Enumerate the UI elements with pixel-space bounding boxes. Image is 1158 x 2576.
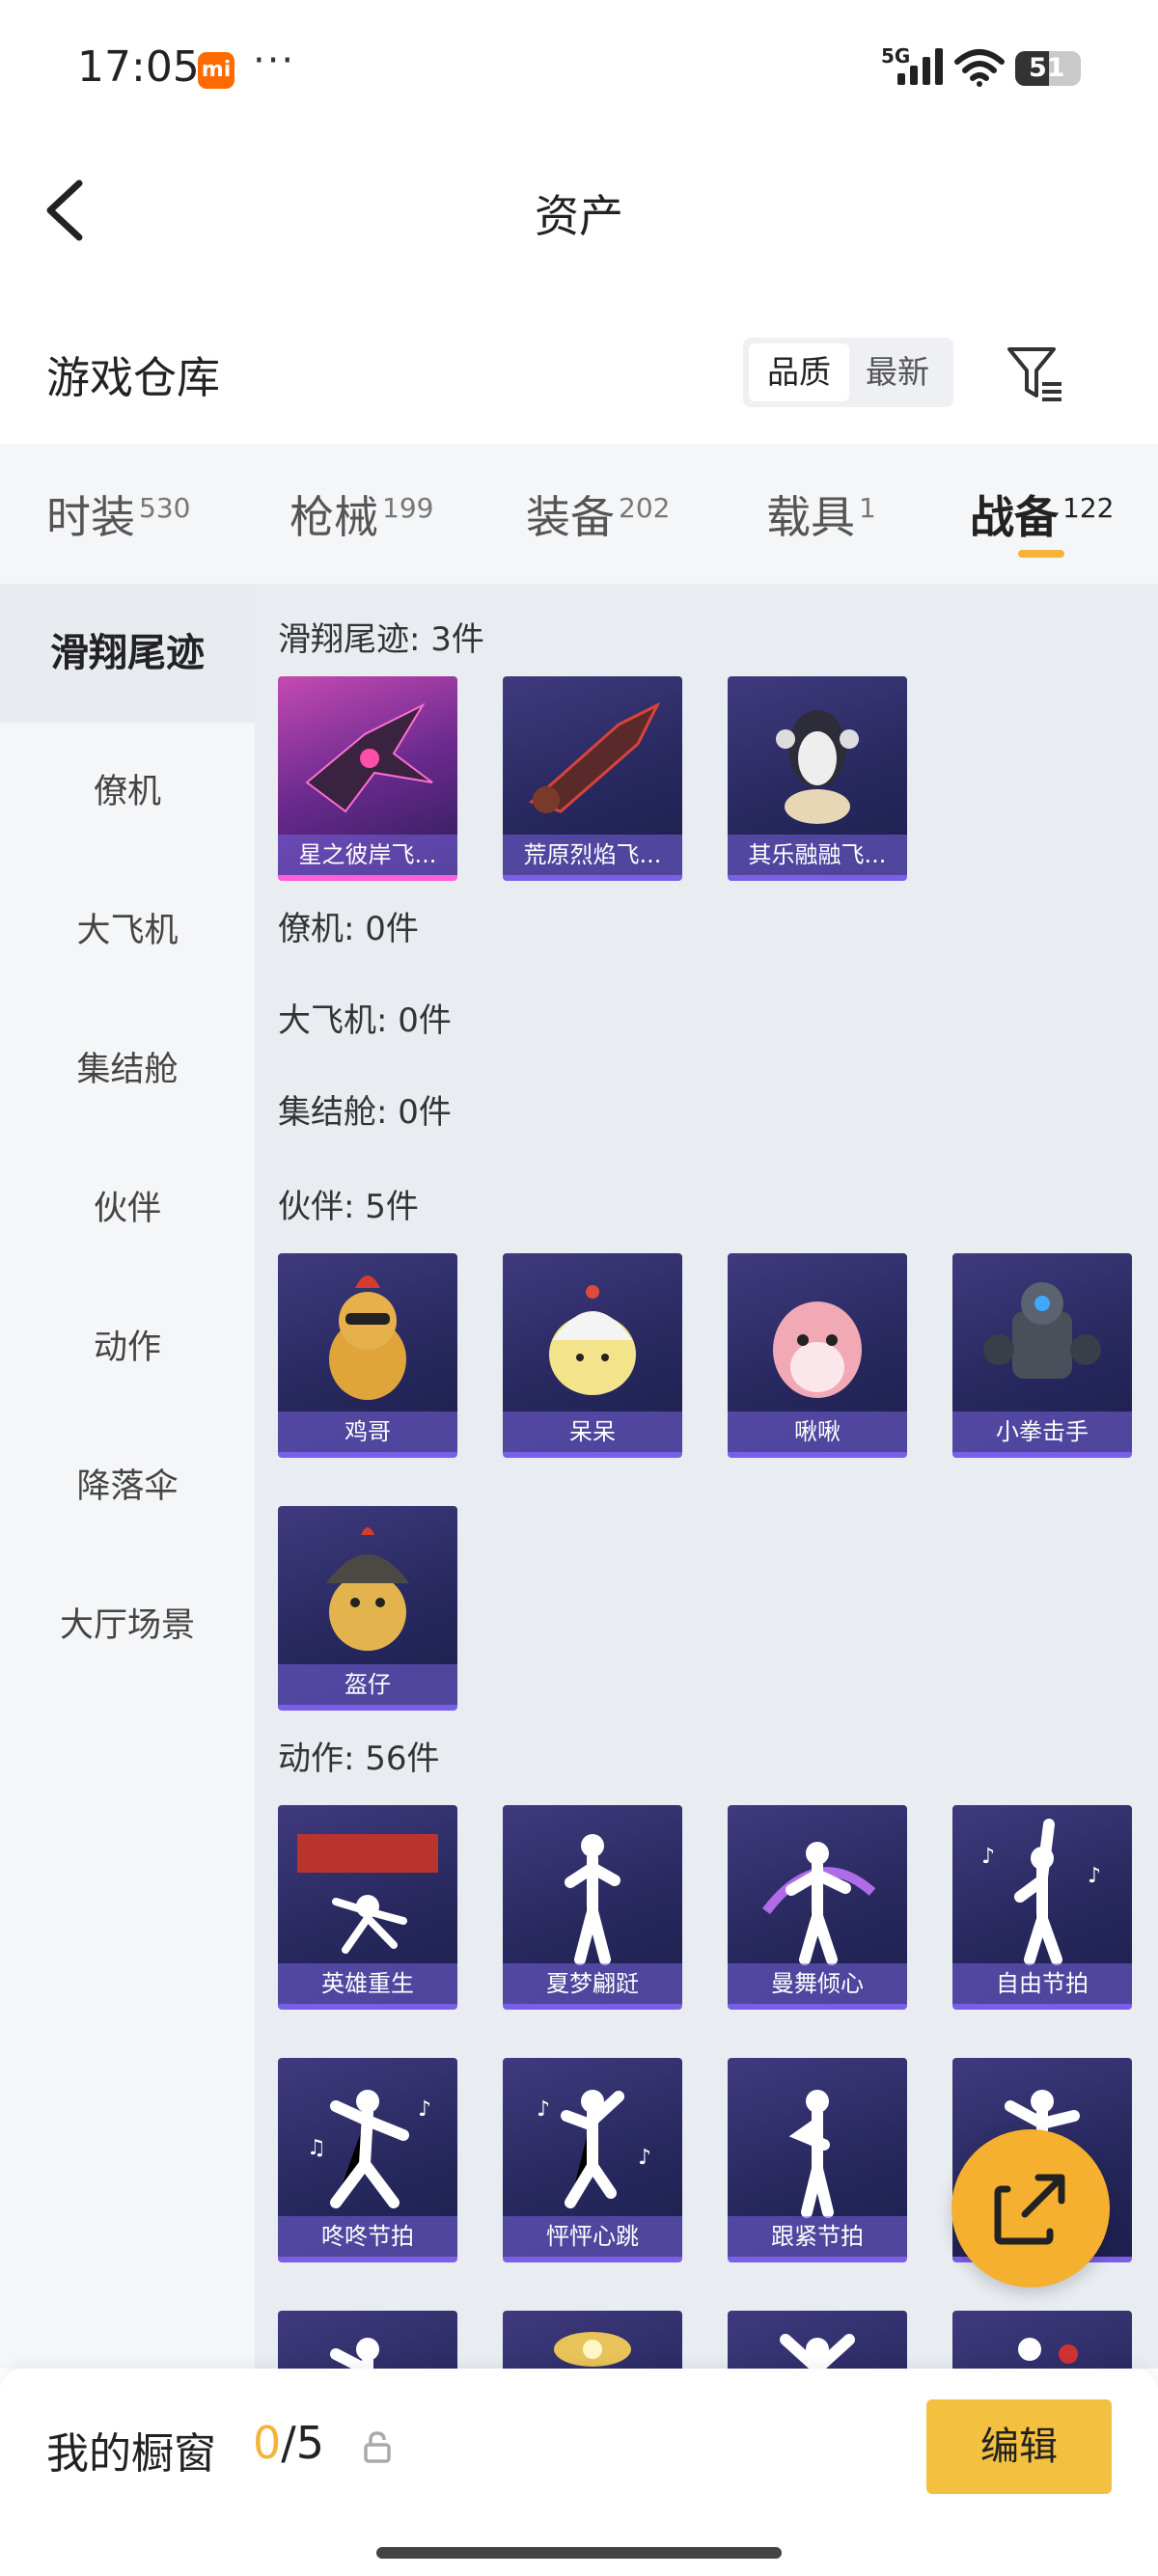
sort-segmented-control: 品质 最新	[743, 338, 953, 407]
tab-combat-gear[interactable]: 战备 122	[970, 482, 1114, 546]
battery-level: 51	[1029, 53, 1065, 83]
filter-icon[interactable]	[1004, 342, 1065, 403]
page-title: 资产	[535, 190, 623, 242]
companion-robot-boxer-image	[983, 1282, 1101, 1379]
glide-trail-wing-image	[305, 702, 433, 813]
sidebar-item-assembly-pod[interactable]: 集结舱	[0, 1000, 255, 1139]
item-card[interactable]: ♪ ♪ 怦怦心跳	[503, 2058, 682, 2262]
share-button[interactable]	[951, 2129, 1110, 2288]
share-icon	[994, 2174, 1065, 2245]
showcase-count: 0/5	[253, 2417, 325, 2469]
tab-fashion[interactable]: 时装 530	[46, 482, 190, 546]
glide-trail-flame-image	[529, 701, 661, 813]
lock-icon	[364, 2431, 391, 2463]
svg-text:♪: ♪	[418, 2097, 431, 2122]
group-label-assembly-pod: 集结舱: 0件	[278, 1093, 452, 1132]
item-card[interactable]	[278, 2311, 457, 2369]
item-card[interactable]: ♪ ♪ 自由节拍	[952, 1805, 1132, 2010]
emote-hero-reborn-image	[297, 1834, 438, 1954]
svg-text:♪: ♪	[1088, 1864, 1101, 1888]
emote-golden-image	[554, 2332, 631, 2367]
showcase-label: 我的橱窗	[46, 2429, 216, 2479]
item-list: 滑翔尾迹: 3件 星之彼岸飞... 荒原烈焰飞... 其乐融融飞... 僚机: …	[255, 584, 1158, 2369]
status-bar: 17:05 mi ··· 5G 51	[0, 0, 1158, 140]
group-label-big-plane: 大飞机: 0件	[278, 1001, 452, 1040]
sort-by-newest-button[interactable]: 最新	[847, 343, 948, 401]
item-card[interactable]: 盔仔	[278, 1506, 457, 1711]
emote-figure-image	[1018, 2338, 1078, 2364]
companion-pink-bird-image	[773, 1302, 862, 1398]
emote-heartbeat-image: ♪♪	[537, 2090, 651, 2208]
item-card[interactable]: 夏梦翩跹	[503, 1805, 682, 2010]
section-title: 游戏仓库	[46, 352, 221, 403]
item-card[interactable]: ♫ ♪ 咚咚节拍	[278, 2058, 457, 2262]
more-notifications-icon: ···	[253, 39, 296, 83]
home-indicator[interactable]	[376, 2547, 782, 2559]
sidebar-item-emote[interactable]: 动作	[0, 1278, 255, 1417]
item-card[interactable]	[728, 2311, 907, 2369]
tab-equipment[interactable]: 装备 202	[526, 482, 670, 546]
emote-figure-image	[565, 1834, 620, 1965]
group-label-glide-trail: 滑翔尾迹: 3件	[278, 620, 484, 659]
sidebar: 滑翔尾迹 僚机 大飞机 集结舱 伙伴 动作 降落伞 大厅场景	[0, 584, 255, 2369]
group-label-wingman: 僚机: 0件	[278, 910, 419, 948]
edit-button[interactable]: 编辑	[926, 2399, 1112, 2494]
svg-text:♪: ♪	[638, 2146, 651, 2170]
sidebar-item-big-plane[interactable]: 大飞机	[0, 862, 255, 1000]
emote-figure-image	[780, 2334, 855, 2369]
item-card[interactable]: 跟紧节拍	[728, 2058, 907, 2262]
item-card[interactable]: 其乐融融飞...	[728, 676, 907, 881]
sort-by-quality-button[interactable]: 品质	[749, 343, 849, 401]
mi-app-icon: mi	[198, 52, 234, 89]
item-card[interactable]: 啾啾	[728, 1253, 907, 1458]
app-header: 资产	[0, 154, 1158, 265]
item-card[interactable]: 荒原烈焰飞...	[503, 676, 682, 881]
tab-firearms[interactable]: 枪械 199	[290, 482, 433, 546]
tab-vehicles[interactable]: 载具 1	[766, 482, 876, 546]
companion-rooster-image	[329, 1275, 406, 1400]
item-card[interactable]: 鸡哥	[278, 1253, 457, 1458]
item-card[interactable]: 小拳击手	[952, 1253, 1132, 1458]
status-time: 17:05	[77, 42, 200, 92]
emote-figure-image	[330, 2338, 379, 2369]
showcase-bar: 我的橱窗 0/5 编辑	[0, 2369, 1158, 2576]
item-card[interactable]	[952, 2311, 1132, 2369]
item-card[interactable]: 曼舞倾心	[728, 1805, 907, 2010]
active-tab-indicator	[1018, 550, 1064, 558]
battery-icon: 51	[1015, 51, 1081, 86]
item-card[interactable]	[503, 2311, 682, 2369]
emote-free-beat-image: ♪♪	[981, 1819, 1101, 1965]
companion-chick-image	[549, 1285, 636, 1395]
sidebar-item-lobby-scene[interactable]: 大厅场景	[0, 1556, 255, 1695]
svg-text:♪: ♪	[981, 1845, 995, 1869]
item-card[interactable]: 星之彼岸飞...	[278, 676, 457, 881]
wifi-icon	[954, 49, 1005, 87]
svg-text:♫: ♫	[307, 2136, 326, 2160]
sidebar-item-wingman[interactable]: 僚机	[0, 723, 255, 862]
glide-trail-penguin-image	[776, 710, 859, 824]
emote-follow-beat-image	[788, 2090, 834, 2218]
svg-text:♪: ♪	[537, 2097, 550, 2122]
sidebar-item-glide-trail[interactable]: 滑翔尾迹	[0, 584, 255, 723]
emote-dance-image	[762, 1842, 876, 1965]
item-card[interactable]: 英雄重生	[278, 1805, 457, 2010]
group-label-emote: 动作: 56件	[278, 1740, 440, 1778]
group-label-companion: 伙伴: 5件	[278, 1188, 419, 1226]
sidebar-item-parachute[interactable]: 降落伞	[0, 1417, 255, 1556]
signal-icon	[897, 48, 943, 85]
sidebar-item-companion[interactable]: 伙伴	[0, 1139, 255, 1278]
category-tabs: 时装 530 枪械 199 装备 202 载具 1 战备 122	[0, 444, 1158, 584]
emote-dongdong-beat-image: ♫♪	[307, 2090, 431, 2208]
companion-helmet-chick-image	[326, 1527, 409, 1651]
item-card[interactable]: 呆呆	[503, 1253, 682, 1458]
